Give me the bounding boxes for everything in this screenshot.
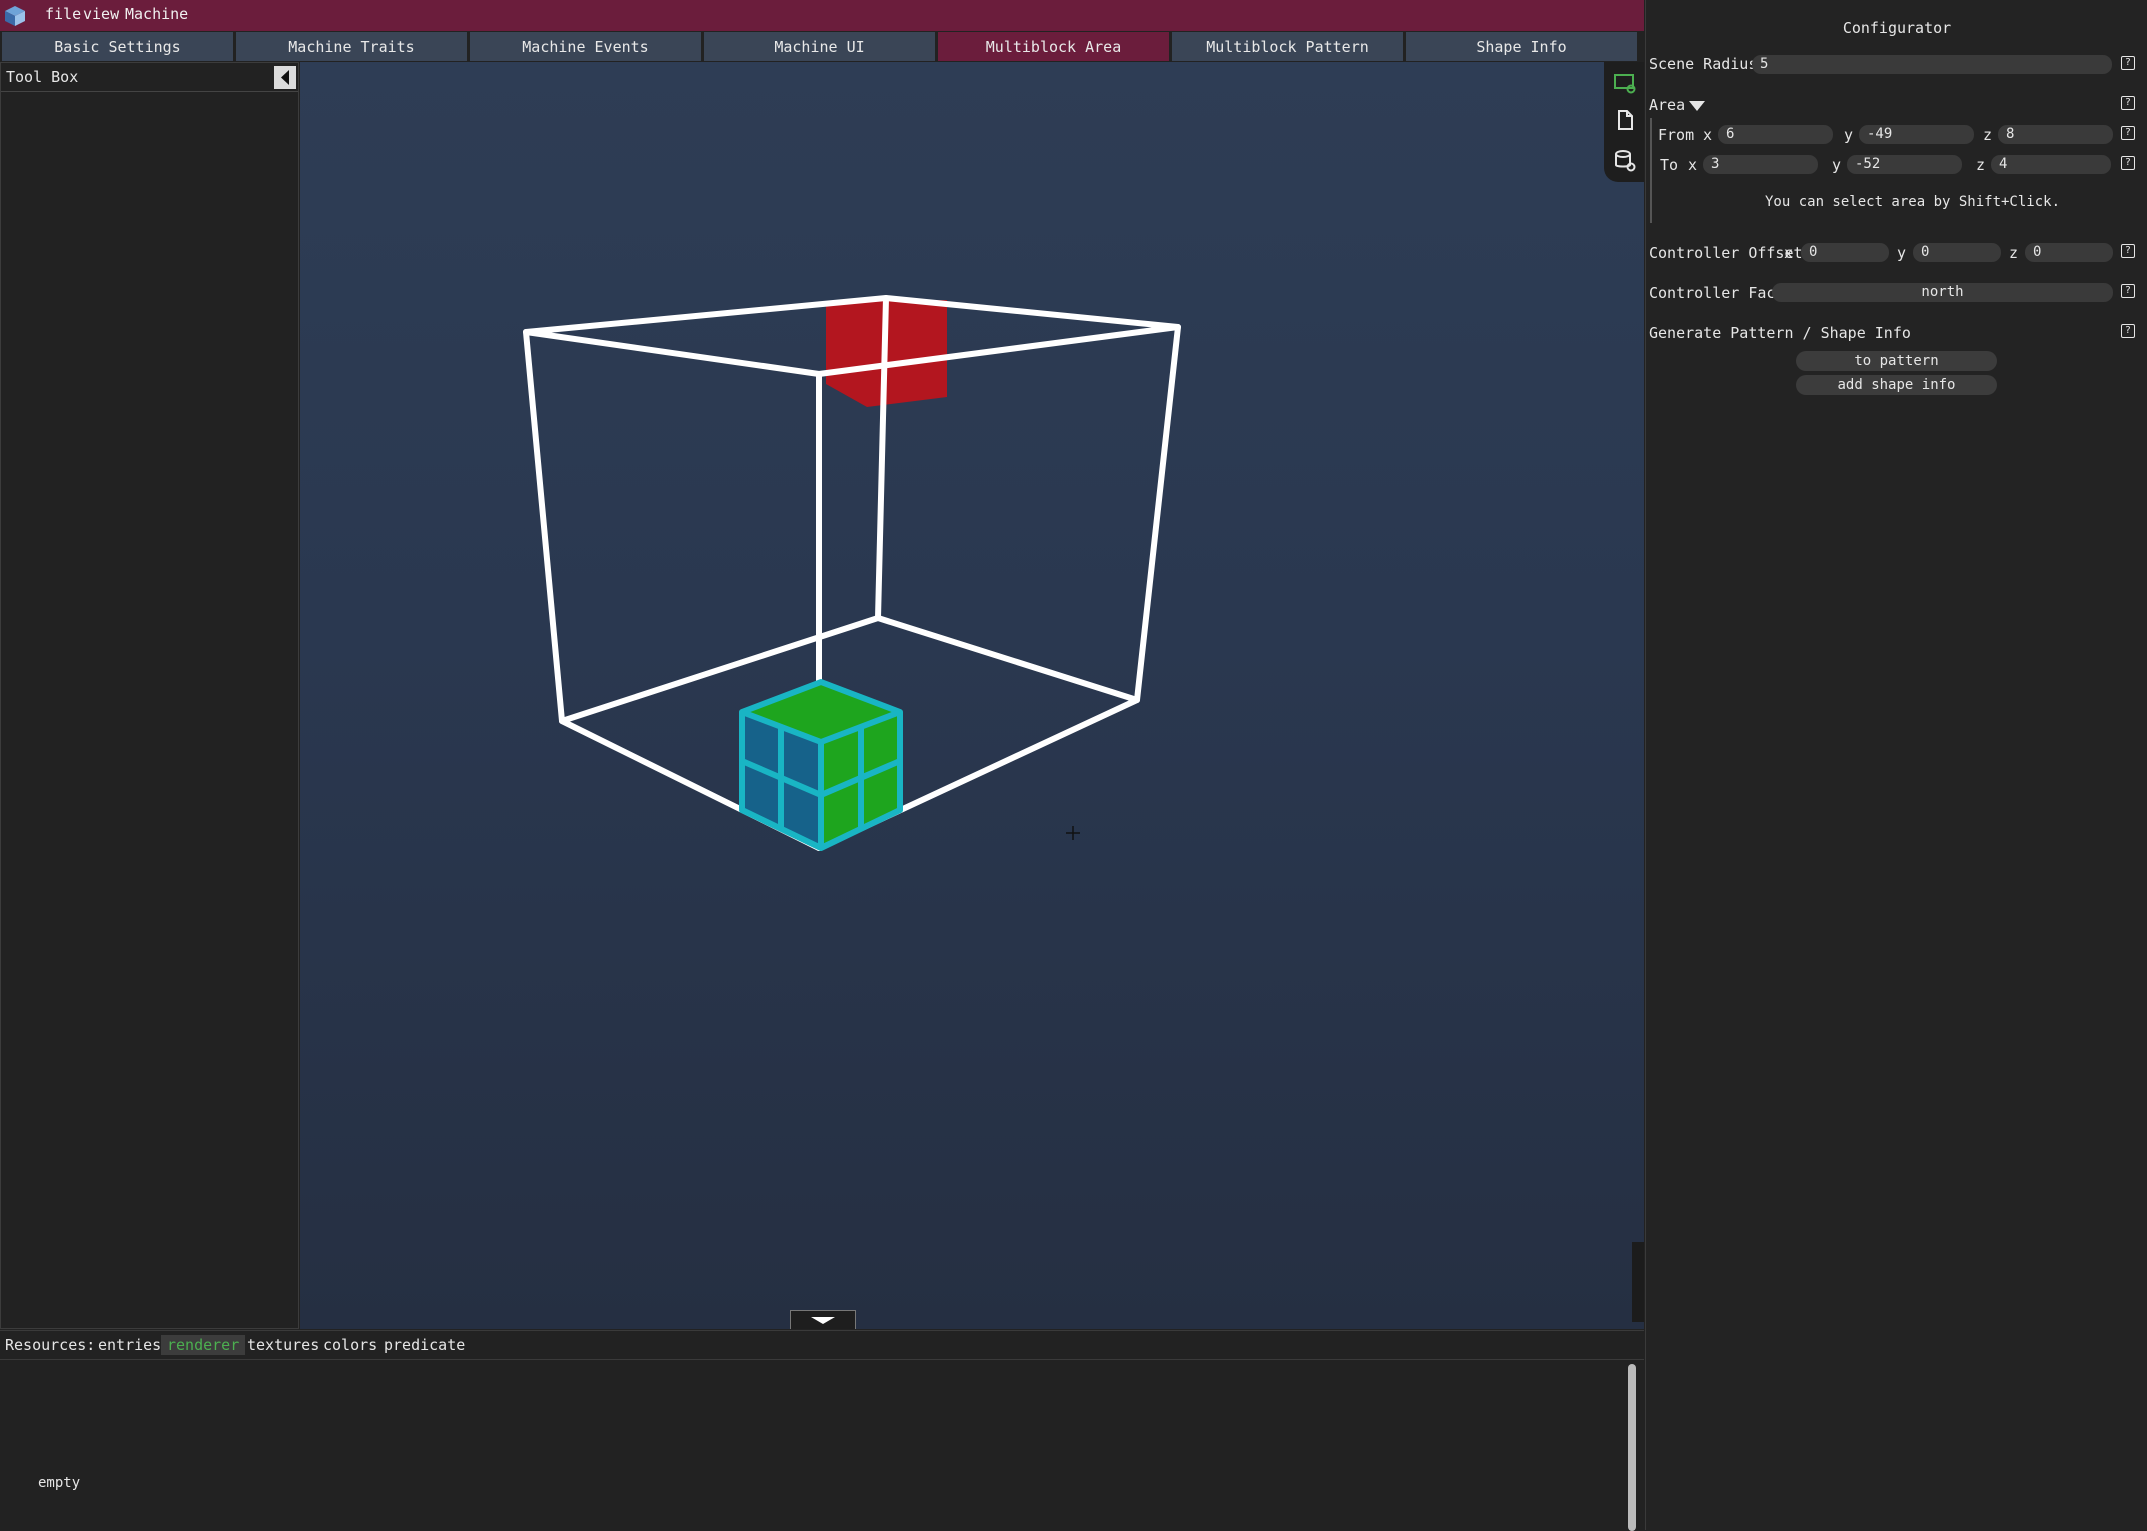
area-to-x-input[interactable]: 3 [1703, 155, 1818, 174]
scene-viewport[interactable] [300, 62, 1644, 1329]
resources-drawer-toggle[interactable] [790, 1310, 856, 1329]
area-from-label: From [1658, 126, 1695, 144]
res-tab-predicate[interactable]: predicate [378, 1335, 471, 1355]
area-from-x-input[interactable]: 6 [1718, 125, 1833, 144]
tab-machine-ui[interactable]: Machine UI [704, 32, 935, 61]
controller-offset-y-input[interactable]: 0 [1913, 243, 2001, 262]
scene-canvas[interactable] [300, 62, 1644, 1329]
area-group-line [1650, 118, 1652, 223]
resources-scrollbar[interactable] [1628, 1364, 1636, 1531]
tab-shape-info[interactable]: Shape Info [1406, 32, 1637, 61]
area-from-y-input[interactable]: -49 [1859, 125, 1974, 144]
area-from-x-label: x [1703, 126, 1713, 144]
menu-machine[interactable]: Machine [125, 5, 188, 23]
area-help-icon[interactable]: ? [2121, 96, 2135, 110]
area-to-help-icon[interactable]: ? [2121, 156, 2135, 170]
area-to-y-input[interactable]: -52 [1847, 155, 1962, 174]
area-label: Area [1649, 96, 1686, 114]
menu-bar: file view Machine [0, 0, 1644, 31]
res-tab-entries[interactable]: entries [92, 1335, 167, 1355]
tab-multiblock-pattern[interactable]: Multiblock Pattern [1172, 32, 1403, 61]
res-tab-textures[interactable]: textures [241, 1335, 325, 1355]
menu-view[interactable]: view [83, 5, 119, 23]
toolbox-title: Tool Box [6, 68, 79, 86]
controller-face-help-icon[interactable]: ? [2121, 284, 2135, 298]
document-icon[interactable] [1614, 109, 1636, 131]
scene-radius-help-icon[interactable]: ? [2121, 56, 2135, 70]
controller-offset-y-label: y [1897, 244, 1907, 262]
res-tab-colors[interactable]: colors [317, 1335, 383, 1355]
area-hint-text: You can select area by Shift+Click. [1765, 194, 2061, 210]
tab-basic-settings[interactable]: Basic Settings [2, 32, 233, 61]
area-from-y-label: y [1844, 126, 1854, 144]
resources-bar: Resources: entries renderer textures col… [0, 1330, 1644, 1358]
toolbox-panel: Tool Box [0, 62, 299, 1329]
add-shape-info-button[interactable]: add shape info [1796, 375, 1997, 395]
area-to-y-label: y [1832, 156, 1842, 174]
area-to-z-input[interactable]: 4 [1991, 155, 2111, 174]
area-to-z-label: z [1976, 156, 1986, 174]
tab-machine-traits[interactable]: Machine Traits [236, 32, 467, 61]
controller-face-select[interactable]: north [1772, 283, 2113, 302]
res-tab-renderer[interactable]: renderer [161, 1335, 246, 1355]
viewport-tool-strip [1604, 62, 1644, 182]
controller-face-label: Controller Face [1649, 284, 1785, 302]
generate-label: Generate Pattern / Shape Info [1649, 324, 1911, 342]
toolbox-divider [1, 91, 298, 92]
area-dropdown-icon[interactable] [1689, 100, 1705, 112]
controller-offset-help-icon[interactable]: ? [2121, 244, 2135, 258]
chevron-down-icon [811, 1317, 835, 1324]
monitor-settings-icon[interactable] [1614, 72, 1636, 94]
area-to-label: To [1660, 156, 1679, 174]
configurator-title: Configurator [1842, 19, 1952, 37]
selected-block[interactable] [739, 679, 903, 851]
generate-help-icon[interactable]: ? [2121, 324, 2135, 338]
area-to-x-label: x [1688, 156, 1698, 174]
area-from-z-label: z [1983, 126, 1993, 144]
resources-panel: empty [0, 1359, 1644, 1531]
tab-machine-events[interactable]: Machine Events [470, 32, 701, 61]
scene-radius-label: Scene Radius [1649, 55, 1758, 73]
scene-radius-input[interactable]: 5 [1752, 55, 2112, 74]
to-pattern-button[interactable]: to pattern [1796, 351, 1997, 371]
scene-edge-shadow [1632, 1242, 1644, 1322]
configurator-panel: Configurator Scene Radius 5 ? Area ? Fro… [1645, 0, 2147, 1530]
controller-offset-x-label: x [1784, 244, 1794, 262]
controller-offset-z-input[interactable]: 0 [2025, 243, 2113, 262]
controller-offset-x-input[interactable]: 0 [1801, 243, 1889, 262]
toolbox-collapse-button[interactable] [274, 66, 296, 89]
controller-offset-z-label: z [2009, 244, 2019, 262]
menu-file[interactable]: file [45, 5, 81, 23]
crosshair-icon [1066, 826, 1080, 840]
resources-label: Resources: [5, 1336, 96, 1354]
tab-bar: Basic Settings Machine Traits Machine Ev… [0, 32, 1644, 61]
area-from-z-input[interactable]: 8 [1998, 125, 2113, 144]
database-settings-icon[interactable] [1614, 150, 1636, 172]
app-cube-icon[interactable] [4, 5, 26, 27]
controller-offset-label: Controller Offset [1649, 244, 1803, 262]
resources-empty-text: empty [38, 1475, 81, 1491]
chevron-left-icon [281, 70, 289, 85]
area-from-help-icon[interactable]: ? [2121, 126, 2135, 140]
tab-multiblock-area[interactable]: Multiblock Area [938, 32, 1169, 61]
